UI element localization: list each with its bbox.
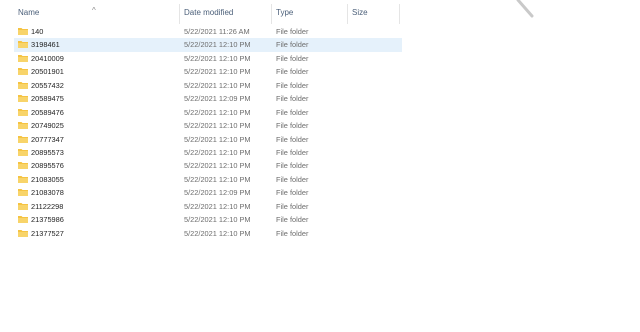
item-type: File folder xyxy=(276,201,309,211)
folder-row[interactable]: 20501901 5/22/2021 12:10 PM File folder xyxy=(14,65,402,78)
folder-icon xyxy=(18,202,28,210)
folder-icon xyxy=(18,54,28,62)
folder-icon xyxy=(18,108,28,116)
folder-icon xyxy=(18,41,28,49)
item-type: File folder xyxy=(276,80,309,90)
folder-name: 20589475 xyxy=(31,94,64,104)
column-header-bar: Name ^ Date modified Type Size xyxy=(14,4,402,24)
date-modified: 5/22/2021 12:10 PM xyxy=(184,201,251,211)
folder-icon xyxy=(18,122,28,130)
date-modified: 5/22/2021 12:10 PM xyxy=(184,147,251,157)
item-type: File folder xyxy=(276,107,309,117)
column-header-date-label: Date modified xyxy=(184,8,234,17)
folder-icon xyxy=(18,162,28,170)
folder-icon xyxy=(18,68,28,76)
cursor-shadow-icon xyxy=(516,0,534,18)
date-modified: 5/22/2021 12:10 PM xyxy=(184,215,251,225)
folder-icon xyxy=(18,95,28,103)
date-modified: 5/22/2021 12:10 PM xyxy=(184,53,251,63)
column-header-date-modified[interactable]: Date modified xyxy=(180,4,272,24)
item-type: File folder xyxy=(276,67,309,77)
column-header-size-label: Size xyxy=(352,8,368,17)
folder-name: 21377527 xyxy=(31,228,64,238)
item-type: File folder xyxy=(276,147,309,157)
folder-row[interactable]: 20589475 5/22/2021 12:09 PM File folder xyxy=(14,92,402,105)
folder-name: 20410009 xyxy=(31,53,64,63)
item-type: File folder xyxy=(276,174,309,184)
folder-icon xyxy=(18,216,28,224)
folder-name: 20749025 xyxy=(31,121,64,131)
item-type: File folder xyxy=(276,228,309,238)
folder-name: 3198461 xyxy=(31,40,60,50)
folder-icon xyxy=(18,189,28,197)
file-list: 140 5/22/2021 11:26 AM File folder 3198461 5… xyxy=(14,25,402,240)
column-header-name-label: Name xyxy=(18,8,40,17)
folder-row[interactable]: 20777347 5/22/2021 12:10 PM File folder xyxy=(14,133,402,146)
folder-name: 21122298 xyxy=(31,201,64,211)
date-modified: 5/22/2021 12:10 PM xyxy=(184,67,251,77)
date-modified: 5/22/2021 12:10 PM xyxy=(184,40,251,50)
date-modified: 5/22/2021 12:10 PM xyxy=(184,80,251,90)
folder-name: 20895573 xyxy=(31,147,64,157)
folder-row[interactable]: 3198461 5/22/2021 12:10 PM File folder xyxy=(14,38,402,52)
folder-name: 20557432 xyxy=(31,80,64,90)
item-type: File folder xyxy=(276,215,309,225)
date-modified: 5/22/2021 12:10 PM xyxy=(184,121,251,131)
folder-name: 20895576 xyxy=(31,161,64,171)
folder-icon xyxy=(18,229,28,237)
folder-row[interactable]: 20410009 5/22/2021 12:10 PM File folder xyxy=(14,52,402,65)
folder-row[interactable]: 20557432 5/22/2021 12:10 PM File folder xyxy=(14,79,402,92)
folder-icon xyxy=(18,135,28,143)
folder-row[interactable]: 21083078 5/22/2021 12:09 PM File folder xyxy=(14,186,402,199)
date-modified: 5/22/2021 11:26 AM xyxy=(184,27,250,36)
folder-row[interactable]: 20895576 5/22/2021 12:10 PM File folder xyxy=(14,159,402,172)
folder-row[interactable]: 140 5/22/2021 11:26 AM File folder xyxy=(14,25,402,38)
column-header-size[interactable]: Size xyxy=(348,4,400,24)
item-type: File folder xyxy=(276,27,309,36)
column-header-name[interactable]: Name ^ xyxy=(14,4,180,24)
folder-name: 21083078 xyxy=(31,188,64,198)
folder-row[interactable]: 21377527 5/22/2021 12:10 PM File folder xyxy=(14,227,402,240)
folder-row[interactable]: 21375986 5/22/2021 12:10 PM File folder xyxy=(14,213,402,226)
item-type: File folder xyxy=(276,40,309,50)
folder-icon xyxy=(18,81,28,89)
item-type: File folder xyxy=(276,161,309,171)
folder-row[interactable]: 20749025 5/22/2021 12:10 PM File folder xyxy=(14,119,402,132)
column-header-type[interactable]: Type xyxy=(272,4,348,24)
item-type: File folder xyxy=(276,94,309,104)
folder-name: 140 xyxy=(31,27,44,36)
folder-name: 20777347 xyxy=(31,134,64,144)
item-type: File folder xyxy=(276,53,309,63)
date-modified: 5/22/2021 12:10 PM xyxy=(184,134,251,144)
folder-row[interactable]: 20589476 5/22/2021 12:10 PM File folder xyxy=(14,106,402,119)
folder-icon xyxy=(18,175,28,183)
file-explorer-list-view: Name ^ Date modified Type Size 140 5/22/2… xyxy=(0,0,640,332)
date-modified: 5/22/2021 12:10 PM xyxy=(184,228,251,238)
item-type: File folder xyxy=(276,188,309,198)
folder-row[interactable]: 20895573 5/22/2021 12:10 PM File folder xyxy=(14,146,402,159)
date-modified: 5/22/2021 12:09 PM xyxy=(184,188,251,198)
date-modified: 5/22/2021 12:10 PM xyxy=(184,161,251,171)
date-modified: 5/22/2021 12:10 PM xyxy=(184,174,251,184)
folder-row[interactable]: 21083055 5/22/2021 12:10 PM File folder xyxy=(14,173,402,186)
folder-name: 21375986 xyxy=(31,215,64,225)
folder-icon xyxy=(18,28,28,35)
item-type: File folder xyxy=(276,134,309,144)
item-type: File folder xyxy=(276,121,309,131)
folder-name: 20589476 xyxy=(31,107,64,117)
sort-ascending-icon: ^ xyxy=(92,6,96,15)
date-modified: 5/22/2021 12:10 PM xyxy=(184,107,251,117)
date-modified: 5/22/2021 12:09 PM xyxy=(184,94,251,104)
folder-icon xyxy=(18,148,28,156)
column-header-type-label: Type xyxy=(276,8,294,17)
folder-name: 20501901 xyxy=(31,67,64,77)
folder-row[interactable]: 21122298 5/22/2021 12:10 PM File folder xyxy=(14,200,402,213)
folder-name: 21083055 xyxy=(31,174,64,184)
